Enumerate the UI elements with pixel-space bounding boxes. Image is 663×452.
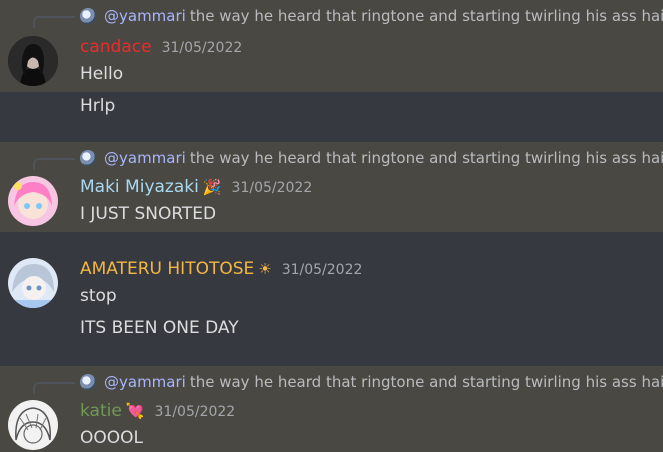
avatar[interactable]: [8, 400, 58, 450]
message-text: I JUST SNORTED: [80, 204, 217, 224]
avatar[interactable]: [8, 36, 58, 86]
reply-avatar: [80, 374, 96, 390]
reply-preview[interactable]: @yammari the way he heard that ringtone a…: [0, 372, 663, 394]
reply-text: @yammari the way he heard that ringtone a…: [104, 6, 663, 26]
reply-preview[interactable]: @yammari the way he heard that ringtone a…: [0, 6, 663, 28]
party-popper-icon: 🎉: [202, 178, 222, 196]
reply-content: the way he heard that ringtone and start…: [189, 149, 663, 167]
message-text: stop: [80, 286, 117, 306]
reply-username[interactable]: @yammari: [104, 373, 186, 391]
reply-content: the way he heard that ringtone and start…: [189, 373, 663, 391]
message-candace[interactable]: @yammari the way he heard that ringtone a…: [0, 0, 663, 92]
message-text: Hrlp: [80, 96, 116, 116]
author-row: AMATERU HITOTOSE ☀ 31/05/2022: [80, 258, 362, 281]
author-row: katie 💘 31/05/2022: [80, 400, 235, 423]
message-continuation[interactable]: Hrlp: [0, 92, 663, 142]
reply-avatar: [80, 150, 96, 166]
reply-username[interactable]: @yammari: [104, 7, 186, 25]
message-amateru[interactable]: AMATERU HITOTOSE ☀ 31/05/2022 stop ITS BEE…: [0, 232, 663, 366]
reply-connector: [33, 382, 75, 394]
author-row: Maki Miyazaki 🎉 31/05/2022: [80, 176, 312, 199]
author-name[interactable]: AMATERU HITOTOSE: [80, 259, 254, 279]
timestamp: 31/05/2022: [161, 40, 243, 56]
heart-arrow-icon: 💘: [125, 402, 145, 420]
reply-connector: [33, 158, 75, 170]
author-name[interactable]: katie: [80, 401, 122, 421]
author-name[interactable]: Maki Miyazaki: [80, 177, 199, 197]
timestamp: 31/05/2022: [154, 404, 236, 420]
timestamp: 31/05/2022: [231, 180, 313, 196]
sun-icon: ☀: [258, 260, 272, 278]
reply-text: @yammari the way he heard that ringtone a…: [104, 148, 663, 168]
timestamp: 31/05/2022: [281, 262, 363, 278]
reply-avatar: [80, 8, 96, 24]
avatar[interactable]: [8, 176, 58, 226]
author-name[interactable]: candace: [80, 37, 152, 57]
author-row: candace 31/05/2022: [80, 36, 242, 59]
message-maki[interactable]: @yammari the way he heard that ringtone a…: [0, 142, 663, 232]
message-text: OOOOL: [80, 428, 143, 448]
message-text: Hello: [80, 64, 124, 84]
reply-preview[interactable]: @yammari the way he heard that ringtone a…: [0, 148, 663, 170]
reply-content: the way he heard that ringtone and start…: [189, 7, 663, 25]
reply-connector: [33, 16, 75, 28]
reply-text: @yammari the way he heard that ringtone a…: [104, 372, 663, 392]
message-text: ITS BEEN ONE DAY: [80, 318, 239, 338]
reply-username[interactable]: @yammari: [104, 149, 186, 167]
message-katie[interactable]: @yammari the way he heard that ringtone a…: [0, 366, 663, 452]
avatar[interactable]: [8, 258, 58, 308]
